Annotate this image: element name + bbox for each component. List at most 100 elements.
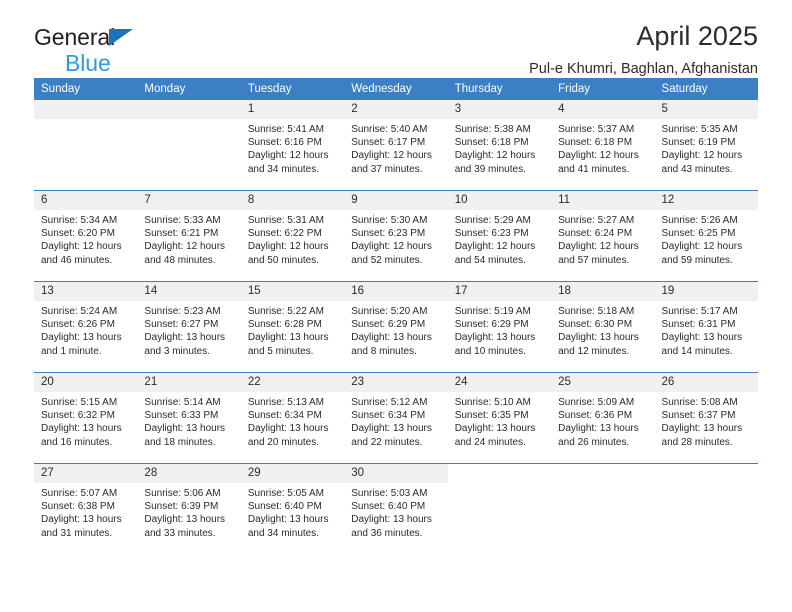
calendar-day-cell[interactable]: 20 Sunrise: 5:15 AM Sunset: 6:32 PM Dayligh… bbox=[34, 372, 138, 464]
daylight-duration-line2: and 26 minutes. bbox=[558, 436, 630, 448]
calendar-day-cell[interactable]: 21 Sunrise: 5:14 AM Sunset: 6:33 PM Dayligh… bbox=[137, 372, 241, 464]
day-sun-info: Sunrise: 5:23 AM Sunset: 6:27 PM Daylight:… bbox=[137, 301, 240, 358]
daylight-duration-line1: Daylight: 12 hours bbox=[454, 241, 536, 253]
calendar-day-cell[interactable]: 14 Sunrise: 5:23 AM Sunset: 6:27 PM Dayligh… bbox=[137, 281, 241, 373]
calendar-day-cell[interactable]: 1 Sunrise: 5:41 AM Sunset: 6:16 PM Daylight… bbox=[240, 100, 345, 191]
daylight-duration-line2: and 10 minutes. bbox=[454, 345, 526, 357]
day-number: 3 bbox=[447, 100, 552, 119]
calendar-day-cell[interactable]: 2 Sunrise: 5:40 AM Sunset: 6:17 PM Daylight… bbox=[344, 100, 448, 191]
calendar-day-cell[interactable]: 16 Sunrise: 5:20 AM Sunset: 6:29 PM Dayligh… bbox=[344, 281, 448, 373]
daylight-duration-line2: and 31 minutes. bbox=[41, 527, 113, 539]
day-sun-info: Sunrise: 5:03 AM Sunset: 6:40 PM Daylight:… bbox=[344, 483, 447, 540]
calendar-day-cell[interactable]: 4 Sunrise: 5:37 AM Sunset: 6:18 PM Daylight… bbox=[551, 100, 655, 191]
day-number: 17 bbox=[447, 282, 552, 301]
day-number: 20 bbox=[34, 373, 138, 392]
calendar-day-cell[interactable]: 28 Sunrise: 5:06 AM Sunset: 6:39 PM Dayligh… bbox=[137, 463, 241, 554]
daylight-duration-line2: and 39 minutes. bbox=[454, 163, 526, 175]
calendar-day-cell[interactable]: 26 Sunrise: 5:08 AM Sunset: 6:37 PM Dayligh… bbox=[654, 372, 758, 464]
day-number: 14 bbox=[137, 282, 241, 301]
calendar-day-cell[interactable]: 9 Sunrise: 5:30 AM Sunset: 6:23 PM Daylight… bbox=[344, 190, 448, 282]
sunrise-time: Sunrise: 5:31 AM bbox=[247, 215, 324, 226]
day-number: 8 bbox=[240, 191, 345, 210]
daylight-duration-line1: Daylight: 13 hours bbox=[144, 514, 226, 526]
calendar-day-cell[interactable]: 3 Sunrise: 5:38 AM Sunset: 6:18 PM Daylight… bbox=[447, 100, 552, 191]
sunrise-time: Sunrise: 5:17 AM bbox=[661, 306, 738, 317]
calendar-day-cell[interactable]: 29 Sunrise: 5:05 AM Sunset: 6:40 PM Dayligh… bbox=[240, 463, 345, 554]
daylight-duration-line1: Daylight: 13 hours bbox=[247, 423, 329, 435]
calendar-day-cell-empty bbox=[34, 100, 138, 191]
weekday-header-thursday: Thursday bbox=[447, 78, 552, 100]
sunrise-time: Sunrise: 5:35 AM bbox=[661, 124, 738, 135]
day-sun-info: Sunrise: 5:17 AM Sunset: 6:31 PM Daylight:… bbox=[655, 301, 758, 358]
calendar-week-row: 6 Sunrise: 5:34 AM Sunset: 6:20 PM Daylight… bbox=[34, 190, 758, 282]
calendar-week-row: 20 Sunrise: 5:15 AM Sunset: 6:32 PM Dayligh… bbox=[34, 372, 758, 464]
page-header: General Blue April 2025 Pul-e Khumri, Ba… bbox=[34, 0, 758, 78]
calendar-day-cell[interactable]: 11 Sunrise: 5:27 AM Sunset: 6:24 PM Dayligh… bbox=[551, 190, 655, 282]
calendar-day-cell[interactable]: 25 Sunrise: 5:09 AM Sunset: 6:36 PM Dayligh… bbox=[551, 372, 655, 464]
daylight-duration-line2: and 3 minutes. bbox=[144, 345, 211, 357]
sunset-time: Sunset: 6:19 PM bbox=[661, 137, 736, 149]
daylight-duration-line1: Daylight: 12 hours bbox=[661, 150, 743, 162]
day-number: 24 bbox=[447, 373, 552, 392]
calendar-page: General Blue April 2025 Pul-e Khumri, Ba… bbox=[0, 0, 792, 612]
calendar-week-row: 13 Sunrise: 5:24 AM Sunset: 6:26 PM Dayligh… bbox=[34, 281, 758, 373]
daylight-duration-line1: Daylight: 13 hours bbox=[247, 514, 329, 526]
weekday-header-tuesday: Tuesday bbox=[240, 78, 345, 100]
day-sun-info: Sunrise: 5:12 AM Sunset: 6:34 PM Daylight:… bbox=[344, 392, 447, 449]
calendar-week-row: 27 Sunrise: 5:07 AM Sunset: 6:38 PM Dayligh… bbox=[34, 463, 758, 554]
sunrise-time: Sunrise: 5:40 AM bbox=[351, 124, 428, 135]
calendar-day-cell[interactable]: 23 Sunrise: 5:12 AM Sunset: 6:34 PM Dayligh… bbox=[344, 372, 448, 464]
logo-text-general-label: General bbox=[34, 24, 116, 50]
daylight-duration-line1: Daylight: 12 hours bbox=[41, 241, 122, 253]
day-number: 26 bbox=[654, 373, 758, 392]
calendar-day-cell[interactable]: 17 Sunrise: 5:19 AM Sunset: 6:29 PM Dayligh… bbox=[447, 281, 552, 373]
calendar-day-cell[interactable]: 5 Sunrise: 5:35 AM Sunset: 6:19 PM Daylight… bbox=[654, 100, 758, 191]
calendar-day-cell[interactable]: 10 Sunrise: 5:29 AM Sunset: 6:23 PM Dayligh… bbox=[447, 190, 552, 282]
sunrise-time: Sunrise: 5:03 AM bbox=[351, 488, 428, 499]
daylight-duration-line2: and 43 minutes. bbox=[661, 163, 733, 175]
daylight-duration-line2: and 37 minutes. bbox=[351, 163, 423, 175]
calendar-day-cell[interactable]: 6 Sunrise: 5:34 AM Sunset: 6:20 PM Daylight… bbox=[34, 190, 138, 282]
sunrise-time: Sunrise: 5:41 AM bbox=[247, 124, 324, 135]
calendar-day-cell[interactable]: 19 Sunrise: 5:17 AM Sunset: 6:31 PM Dayligh… bbox=[654, 281, 758, 373]
calendar-day-cell[interactable]: 7 Sunrise: 5:33 AM Sunset: 6:21 PM Daylight… bbox=[137, 190, 241, 282]
daylight-duration-line1: Daylight: 12 hours bbox=[661, 241, 743, 253]
calendar-day-cell[interactable]: 27 Sunrise: 5:07 AM Sunset: 6:38 PM Dayligh… bbox=[34, 463, 138, 554]
calendar-day-cell[interactable]: 8 Sunrise: 5:31 AM Sunset: 6:22 PM Daylight… bbox=[240, 190, 345, 282]
day-sun-info: Sunrise: 5:15 AM Sunset: 6:32 PM Daylight:… bbox=[34, 392, 137, 449]
sunset-time: Sunset: 6:39 PM bbox=[144, 501, 219, 513]
calendar-day-cell[interactable]: 13 Sunrise: 5:24 AM Sunset: 6:26 PM Dayligh… bbox=[34, 281, 138, 373]
daylight-duration-line1: Daylight: 13 hours bbox=[247, 332, 329, 344]
calendar-day-cell[interactable]: 24 Sunrise: 5:10 AM Sunset: 6:35 PM Dayligh… bbox=[447, 372, 552, 464]
sunset-time: Sunset: 6:32 PM bbox=[41, 410, 115, 422]
day-sun-info: Sunrise: 5:09 AM Sunset: 6:36 PM Daylight:… bbox=[551, 392, 654, 449]
day-sun-info: Sunrise: 5:40 AM Sunset: 6:17 PM Daylight:… bbox=[344, 119, 447, 176]
sunset-time: Sunset: 6:24 PM bbox=[558, 228, 633, 240]
calendar-day-cell[interactable]: 18 Sunrise: 5:18 AM Sunset: 6:30 PM Dayligh… bbox=[551, 281, 655, 373]
calendar-day-cell[interactable]: 15 Sunrise: 5:22 AM Sunset: 6:28 PM Dayligh… bbox=[240, 281, 345, 373]
calendar-header-row-group: Sunday Monday Tuesday Wednesday Thursday… bbox=[34, 78, 758, 100]
daylight-duration-line1: Daylight: 13 hours bbox=[41, 514, 122, 526]
sunset-time: Sunset: 6:23 PM bbox=[454, 228, 529, 240]
sunrise-time: Sunrise: 5:05 AM bbox=[247, 488, 324, 499]
day-number: 4 bbox=[551, 100, 655, 119]
calendar-day-cell[interactable]: 12 Sunrise: 5:26 AM Sunset: 6:25 PM Dayligh… bbox=[654, 190, 758, 282]
daylight-duration-line2: and 14 minutes. bbox=[661, 345, 733, 357]
sunset-time: Sunset: 6:29 PM bbox=[351, 319, 426, 331]
day-sun-info: Sunrise: 5:33 AM Sunset: 6:21 PM Daylight:… bbox=[137, 210, 240, 267]
daylight-duration-line1: Daylight: 13 hours bbox=[454, 332, 536, 344]
daylight-duration-line1: Daylight: 13 hours bbox=[351, 423, 432, 435]
sunset-time: Sunset: 6:35 PM bbox=[454, 410, 529, 422]
calendar-day-cell[interactable]: 30 Sunrise: 5:03 AM Sunset: 6:40 PM Dayligh… bbox=[344, 463, 448, 554]
daylight-duration-line2: and 12 minutes. bbox=[558, 345, 630, 357]
day-number: 1 bbox=[240, 100, 345, 119]
calendar-day-cell[interactable]: 22 Sunrise: 5:13 AM Sunset: 6:34 PM Dayligh… bbox=[240, 372, 345, 464]
day-sun-info: Sunrise: 5:20 AM Sunset: 6:29 PM Daylight:… bbox=[344, 301, 447, 358]
day-sun-info: Sunrise: 5:38 AM Sunset: 6:18 PM Daylight:… bbox=[448, 119, 551, 176]
daylight-duration-line2: and 33 minutes. bbox=[144, 527, 216, 539]
day-sun-info: Sunrise: 5:31 AM Sunset: 6:22 PM Daylight:… bbox=[241, 210, 344, 267]
daylight-duration-line2: and 52 minutes. bbox=[351, 254, 423, 266]
calendar-day-cell-empty bbox=[654, 463, 758, 554]
calendar-week-row: 1 Sunrise: 5:41 AM Sunset: 6:16 PM Daylight… bbox=[34, 100, 758, 191]
daylight-duration-line1: Daylight: 13 hours bbox=[558, 423, 639, 435]
